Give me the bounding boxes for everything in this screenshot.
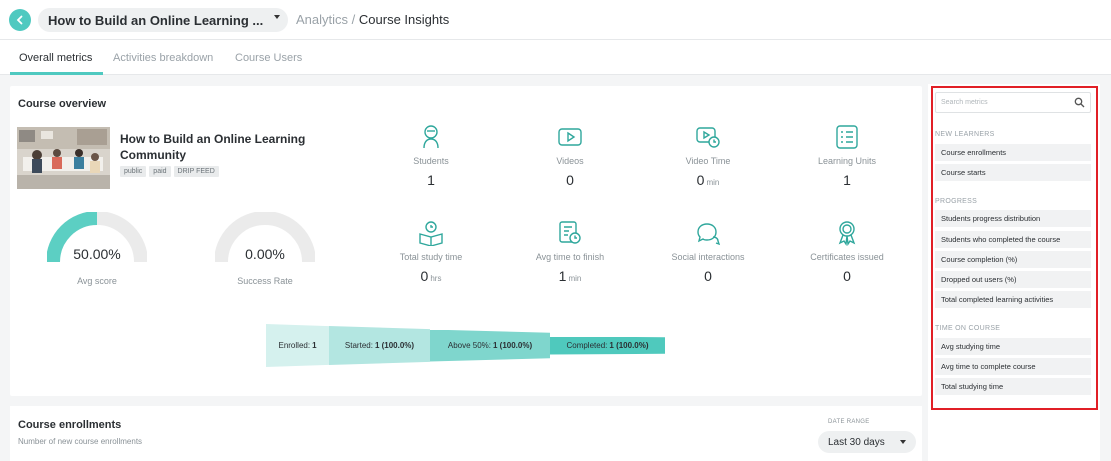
course-tags: public paid DRIP FEED: [120, 166, 219, 177]
metric-total-study-time-value: 0 hrs: [420, 268, 442, 284]
date-range-select[interactable]: Last 30 days: [818, 431, 916, 453]
metric-total-study-time: Total study time 0 hrs: [381, 220, 481, 284]
time-to-finish-icon: [559, 221, 581, 244]
metric-students-value: 1: [427, 172, 435, 188]
caret-down-icon: [900, 440, 906, 444]
metric-certificates-issued-value: 0: [843, 268, 851, 284]
success-rate-gauge: 0.00% Success Rate: [215, 212, 315, 286]
avg-score-value: 50.00%: [73, 246, 121, 262]
video-icon: [558, 128, 582, 146]
metric-learning-units: Learning Units 1: [797, 124, 897, 188]
funnel-enrolled: Enrolled: 1: [266, 324, 329, 367]
tab-bar: Overall metrics Activities breakdown Cou…: [0, 40, 1111, 75]
student-icon: [423, 125, 439, 149]
tab-activities-breakdown[interactable]: Activities breakdown: [113, 52, 213, 64]
metric-certificates-issued: Certificates issued 0: [797, 220, 897, 284]
metric-video-time-value: 0 min: [696, 172, 720, 188]
metric-videos-value: 0: [566, 172, 574, 188]
metric-video-time-label: Video Time: [685, 156, 731, 166]
course-overview-card: Course overview How to Build an Online L…: [10, 86, 922, 396]
date-range-value: Last 30 days: [828, 437, 885, 448]
avg-score-gauge: 50.00% Avg score: [47, 212, 147, 286]
course-name: How to Build an Online Learning Communit…: [120, 132, 306, 162]
highlight-box: [931, 86, 1098, 410]
tab-overall-metrics[interactable]: Overall metrics: [19, 52, 92, 64]
course-enrollments-card: Course enrollments Number of new course …: [10, 406, 922, 461]
date-range-label: DATE RANGE: [828, 419, 870, 425]
metric-learning-units-label: Learning Units: [817, 156, 877, 166]
course-thumbnail: [17, 127, 110, 189]
avg-score-label: Avg score: [77, 276, 117, 286]
active-tab-indicator: [10, 72, 103, 75]
metric-total-study-time-label: Total study time: [399, 252, 463, 262]
metric-students: Students 1: [381, 124, 481, 188]
chat-icon: [697, 223, 721, 246]
certificate-icon: [838, 221, 856, 246]
course-enrollments-title: Course enrollments: [18, 419, 122, 431]
metric-avg-time-to-finish-label: Avg time to finish: [535, 252, 605, 262]
funnel-above-50: Above 50%: 1 (100.0%): [430, 329, 550, 362]
study-time-icon: [419, 221, 443, 246]
course-enrollments-subtitle: Number of new course enrollments: [18, 437, 143, 446]
funnel-completed: Completed: 1 (100.0%): [550, 336, 665, 355]
chevron-left-icon: [16, 15, 23, 25]
breadcrumb-separator: /: [351, 12, 356, 27]
success-rate-value: 0.00%: [245, 246, 285, 262]
course-overview-title: Course overview: [18, 98, 107, 110]
metric-avg-time-to-finish: Avg time to finish 1 min: [520, 220, 620, 284]
metric-videos: Videos 0: [520, 124, 620, 188]
metric-social-interactions: Social interactions 0: [658, 220, 758, 284]
course-select[interactable]: How to Build an Online Learning ...: [38, 8, 288, 32]
video-time-icon: [696, 127, 720, 148]
metric-students-label: Students: [413, 156, 449, 166]
tag-public: public: [120, 166, 147, 177]
progress-funnel: Enrolled: 1 Started: 1 (100.0%) Above 50%:…: [266, 324, 665, 367]
course-select-value: How to Build an Online Learning ...: [48, 12, 264, 28]
caret-down-icon: [274, 15, 280, 19]
breadcrumb: Analytics / Course Insights: [296, 12, 449, 27]
metric-learning-units-value: 1: [843, 172, 851, 188]
tag-paid: paid: [149, 166, 171, 177]
metric-social-interactions-value: 0: [704, 268, 712, 284]
metric-certificates-issued-label: Certificates issued: [810, 252, 884, 262]
learning-units-icon: [836, 125, 858, 149]
top-header: How to Build an Online Learning ... Anal…: [0, 0, 1111, 40]
success-rate-label: Success Rate: [237, 276, 293, 286]
metric-videos-label: Videos: [556, 156, 584, 166]
metric-social-interactions-label: Social interactions: [671, 252, 745, 262]
tag-drip-feed: DRIP FEED: [173, 166, 219, 177]
tab-course-users[interactable]: Course Users: [235, 52, 302, 64]
metric-video-time: Video Time 0 min: [658, 124, 758, 188]
back-button[interactable]: [9, 9, 31, 31]
funnel-started: Started: 1 (100.0%): [329, 326, 430, 365]
metric-avg-time-to-finish-value: 1 min: [558, 268, 582, 284]
breadcrumb-analytics[interactable]: Analytics: [296, 12, 348, 27]
breadcrumb-current: Course Insights: [358, 12, 450, 27]
